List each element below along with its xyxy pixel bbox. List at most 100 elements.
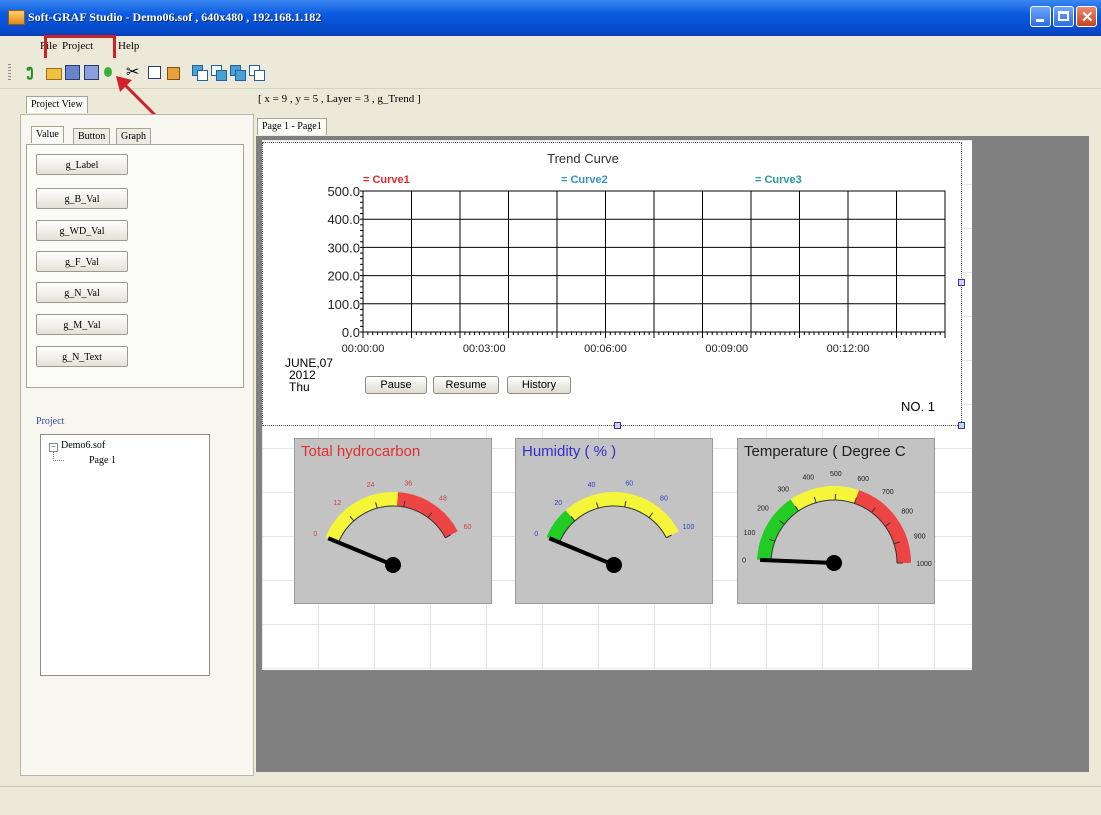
- status-bar: [0, 786, 1101, 815]
- title-bar: Soft-GRAF Studio - Demo06.sof , 640x480 …: [0, 0, 1101, 36]
- gauge-band: [795, 493, 857, 505]
- gauge-dial: 0 12 24 36 48 60: [295, 439, 493, 605]
- g-f-val-button[interactable]: g_F_Val: [36, 251, 128, 272]
- trend-number: NO. 1: [901, 399, 935, 414]
- x-tick-label: 00:09:00: [705, 343, 748, 355]
- tab-button[interactable]: Button: [73, 128, 110, 145]
- gauge-tick-label: 400: [802, 475, 814, 482]
- trend-widget[interactable]: Trend Curve = Curve1 = Curve2 = Curve3 500…: [262, 142, 962, 426]
- g-label-button[interactable]: g_Label: [36, 154, 128, 175]
- date-display: JUNE,07 2012 Thu: [285, 357, 333, 393]
- gauge-band: [857, 497, 904, 563]
- collapse-icon[interactable]: −: [49, 443, 58, 452]
- gauge-tick-label: 300: [777, 487, 789, 494]
- g-b-val-button[interactable]: g_B_Val: [36, 188, 128, 209]
- close-button[interactable]: ✕: [1076, 6, 1097, 27]
- y-tick-label: 100.0: [327, 297, 360, 312]
- gauge-hub: [606, 557, 622, 573]
- gauge-tick-label: 500: [830, 471, 842, 478]
- tab-value[interactable]: Value: [31, 126, 64, 143]
- gauge-tick-label: 80: [660, 495, 668, 502]
- close-icon: ✕: [1081, 8, 1094, 26]
- gauge-tick-label: 0: [313, 531, 317, 538]
- resume-button[interactable]: Resume: [433, 376, 499, 394]
- layer-down-icon[interactable]: [248, 64, 264, 80]
- gauge-humidity[interactable]: Humidity ( % ) 020406080100: [515, 438, 713, 604]
- gauge-band: [570, 499, 672, 535]
- layer-back-icon[interactable]: [210, 64, 226, 80]
- gauge-band: [764, 505, 794, 560]
- y-tick-label: 500.0: [327, 184, 360, 199]
- gauge-dial: 01002003004005006007008009001000: [738, 439, 936, 605]
- g-wd-val-button[interactable]: g_WD_Val: [36, 220, 128, 241]
- gauge-tick-label: 1000: [916, 561, 932, 568]
- maximize-button[interactable]: [1053, 6, 1074, 27]
- menu-help[interactable]: Help: [118, 40, 139, 52]
- open-icon[interactable]: [45, 64, 61, 80]
- g-n-val-button[interactable]: g_N_Val: [36, 282, 128, 303]
- legend-item: = Curve1: [363, 174, 410, 186]
- project-label: Project: [36, 416, 64, 427]
- gauge-tick-label: 40: [588, 482, 596, 489]
- gauge-tick-label: 20: [554, 500, 562, 507]
- tab-project-view[interactable]: Project View: [26, 96, 88, 113]
- toolbar-grip: [8, 64, 11, 80]
- g-n-text-button[interactable]: g_N_Text: [36, 346, 128, 367]
- legend-item: = Curve3: [755, 174, 802, 186]
- resize-handle-bottom[interactable]: [614, 422, 621, 429]
- tree-connector: [53, 452, 64, 461]
- gauge-needle: [760, 560, 834, 563]
- project-tree[interactable]: − Demo6.sof Page 1: [40, 434, 210, 676]
- gauge-tick-label: 100: [683, 524, 695, 531]
- tab-page1[interactable]: Page 1 - Page1: [257, 118, 327, 135]
- layer-front-icon[interactable]: [191, 64, 207, 80]
- gauge-tick-label: 36: [404, 480, 412, 487]
- gauge-needle: [328, 538, 393, 565]
- gauge-tick-label: 800: [901, 509, 913, 516]
- gauge-band: [398, 499, 452, 534]
- tab-graph[interactable]: Graph: [116, 128, 151, 145]
- gauge-tick-label: 60: [464, 524, 472, 531]
- gauge-dial: 020406080100: [516, 439, 714, 605]
- gauge-tick-label: 0: [742, 557, 746, 564]
- gauge-band: [332, 499, 398, 540]
- coordinates-readout: [ x = 9 , y = 5 , Layer = 3 , g_Trend ]: [258, 93, 421, 105]
- gauge-hub: [826, 555, 842, 571]
- gauge-temperature[interactable]: Temperature ( Degree C 01002003004005006…: [737, 438, 935, 604]
- g-m-val-button[interactable]: g_M_Val: [36, 314, 128, 335]
- x-tick-label: 00:00:00: [342, 343, 385, 355]
- gauge-tick-label: 12: [333, 500, 341, 507]
- history-button[interactable]: History: [507, 376, 571, 394]
- pause-button[interactable]: Pause: [365, 376, 427, 394]
- y-tick-label: 0.0: [342, 325, 360, 340]
- gauge-tick-label: 900: [914, 534, 926, 541]
- gauge-tick-label: 24: [367, 482, 375, 489]
- chart-title: Trend Curve: [547, 151, 619, 166]
- y-tick-label: 200.0: [327, 269, 360, 284]
- x-tick-label: 00:03:00: [463, 343, 506, 355]
- gauge-hub: [385, 557, 401, 573]
- y-tick-label: 300.0: [327, 240, 360, 255]
- gauge-tick-label: 100: [744, 530, 756, 537]
- x-tick-label: 00:06:00: [584, 343, 627, 355]
- new-icon[interactable]: ງ: [26, 64, 42, 80]
- resize-handle-right[interactable]: [958, 279, 965, 286]
- gauge-tick-label: 48: [439, 495, 447, 502]
- gauge-total-hydrocarbon[interactable]: Total hydrocarbon 01224364860: [294, 438, 492, 604]
- gauge-tick-label: 600: [857, 476, 869, 483]
- resize-handle-corner[interactable]: [958, 422, 965, 429]
- gauge-tick-label: 700: [882, 489, 894, 496]
- y-tick-label: 400.0: [327, 212, 360, 227]
- legend-item: = Curve2: [561, 174, 608, 186]
- gauge-tick-label: 60: [625, 480, 633, 487]
- tree-child-page[interactable]: Page 1: [89, 455, 116, 466]
- app-icon: [8, 10, 25, 25]
- save-all-icon[interactable]: [83, 64, 99, 80]
- date-weekday: Thu: [285, 381, 333, 393]
- save-icon[interactable]: [64, 64, 80, 80]
- layer-up-icon[interactable]: [229, 64, 245, 80]
- tree-root[interactable]: Demo6.sof: [61, 440, 105, 451]
- minimize-button[interactable]: [1030, 6, 1051, 27]
- menu-bar: File Project Help: [0, 36, 1101, 58]
- window-title: Soft-GRAF Studio - Demo06.sof , 640x480 …: [28, 10, 321, 25]
